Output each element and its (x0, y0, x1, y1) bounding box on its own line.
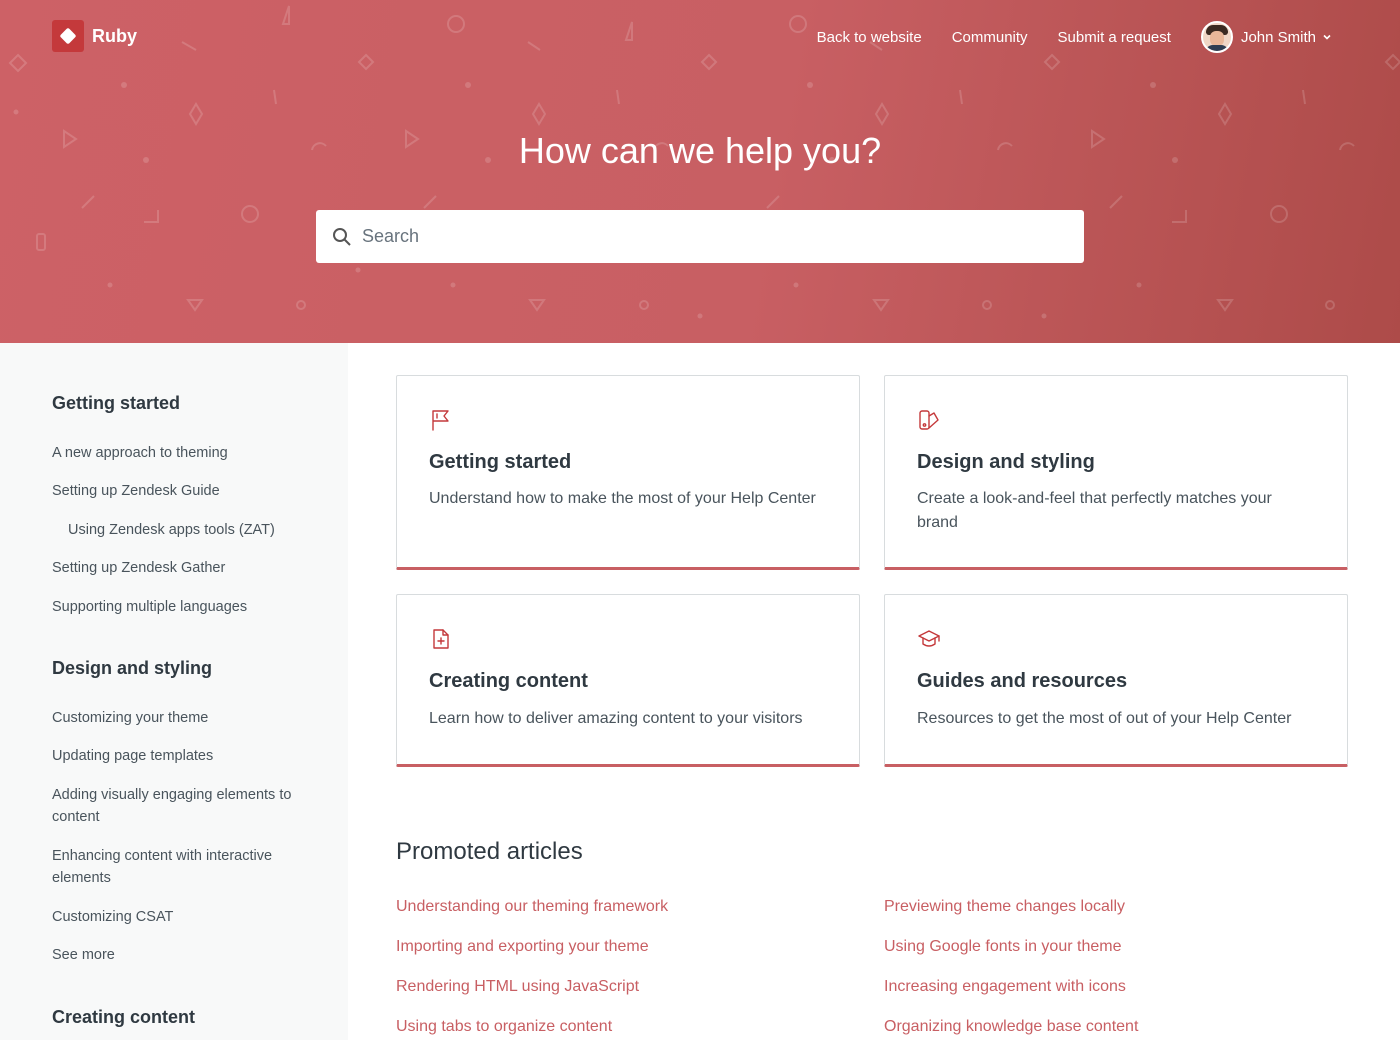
promoted-articles-title: Promoted articles (396, 838, 583, 865)
community-link[interactable]: Community (952, 29, 1028, 46)
file-add-icon (433, 629, 449, 649)
promoted-article-link[interactable]: Increasing engagement with icons (884, 978, 1126, 996)
graduation-cap-icon (918, 630, 940, 647)
promoted-article-link[interactable]: Importing and exporting your theme (396, 938, 649, 956)
category-card-description: Learn how to deliver amazing content to … (429, 710, 803, 727)
category-card-description: Resources to get the most of out of your… (917, 710, 1292, 727)
promoted-article-link[interactable]: Previewing theme changes locally (884, 898, 1125, 916)
sidebar-item[interactable]: A new approach to theming (52, 442, 228, 464)
search-icon (333, 227, 351, 246)
sidebar-subitem[interactable]: Using Zendesk apps tools (ZAT) (68, 519, 275, 541)
sidebar-item[interactable]: Supporting multiple languages (52, 596, 247, 618)
sidebar-item[interactable]: Customizing your theme (52, 707, 208, 729)
search-bar (316, 210, 1084, 263)
sidebar-group-title[interactable]: Creating content (52, 1007, 195, 1028)
promoted-article-link[interactable]: Using Google fonts in your theme (884, 938, 1121, 956)
avatar (1200, 21, 1233, 53)
category-card-title: Creating content (429, 670, 588, 692)
submit-request-link[interactable]: Submit a request (1058, 29, 1171, 46)
user-name: John Smith (1240, 28, 1316, 46)
category-card-design-and-styling[interactable]: Design and styling Create a look-and-fee… (884, 375, 1348, 570)
category-card-description: Understand how to make the most of your … (429, 490, 816, 507)
sidebar-item[interactable]: Setting up Zendesk Gather (52, 557, 225, 579)
header-nav: Back to website Community Submit a reque… (787, 20, 1332, 54)
flag-icon (432, 410, 449, 431)
sidebar-item[interactable]: Enhancing content with interactive eleme… (52, 845, 302, 889)
promoted-article-link[interactable]: Using tabs to organize content (396, 1018, 612, 1036)
category-card-creating-content[interactable]: Creating content Learn how to deliver am… (396, 594, 860, 767)
back-to-website-link[interactable]: Back to website (817, 29, 922, 46)
category-card-title: Getting started (429, 451, 572, 473)
category-card-description: Create a look-and-feel that perfectly ma… (917, 490, 1272, 531)
top-navigation-bar: Ruby Back to website Community Submit a … (52, 20, 1348, 54)
category-card-title: Design and styling (917, 451, 1095, 473)
promoted-article-link[interactable]: Rendering HTML using JavaScript (396, 978, 639, 996)
chevron-down-icon (1323, 34, 1331, 40)
search-input[interactable] (362, 226, 1062, 247)
palette-icon (919, 410, 939, 430)
promoted-article-link[interactable]: Understanding our theming framework (396, 898, 668, 916)
sidebar-see-more-link[interactable]: See more (52, 944, 115, 966)
sidebar-item[interactable]: Customizing CSAT (52, 906, 173, 928)
brand-logo-icon (52, 20, 84, 52)
sidebar: Getting started A new approach to themin… (0, 343, 348, 1040)
category-card-guides-and-resources[interactable]: Guides and resources Resources to get th… (884, 594, 1348, 767)
sidebar-item[interactable]: Updating page templates (52, 745, 213, 767)
sidebar-item[interactable]: Adding visually engaging elements to con… (52, 784, 314, 828)
sidebar-group-title[interactable]: Design and styling (52, 658, 212, 679)
hero-banner: Ruby Back to website Community Submit a … (0, 0, 1400, 343)
user-menu-button[interactable]: John Smith (1200, 21, 1332, 53)
brand-name: Ruby (92, 25, 137, 46)
category-card-getting-started[interactable]: Getting started Understand how to make t… (396, 375, 860, 570)
category-card-title: Guides and resources (917, 670, 1128, 692)
promoted-article-link[interactable]: Organizing knowledge base content (884, 1018, 1138, 1036)
sidebar-item[interactable]: Setting up Zendesk Guide (52, 480, 220, 502)
brand-logo-link[interactable]: Ruby (52, 20, 137, 52)
sidebar-group-title[interactable]: Getting started (52, 393, 180, 414)
hero-title: How can we help you? (518, 130, 882, 171)
